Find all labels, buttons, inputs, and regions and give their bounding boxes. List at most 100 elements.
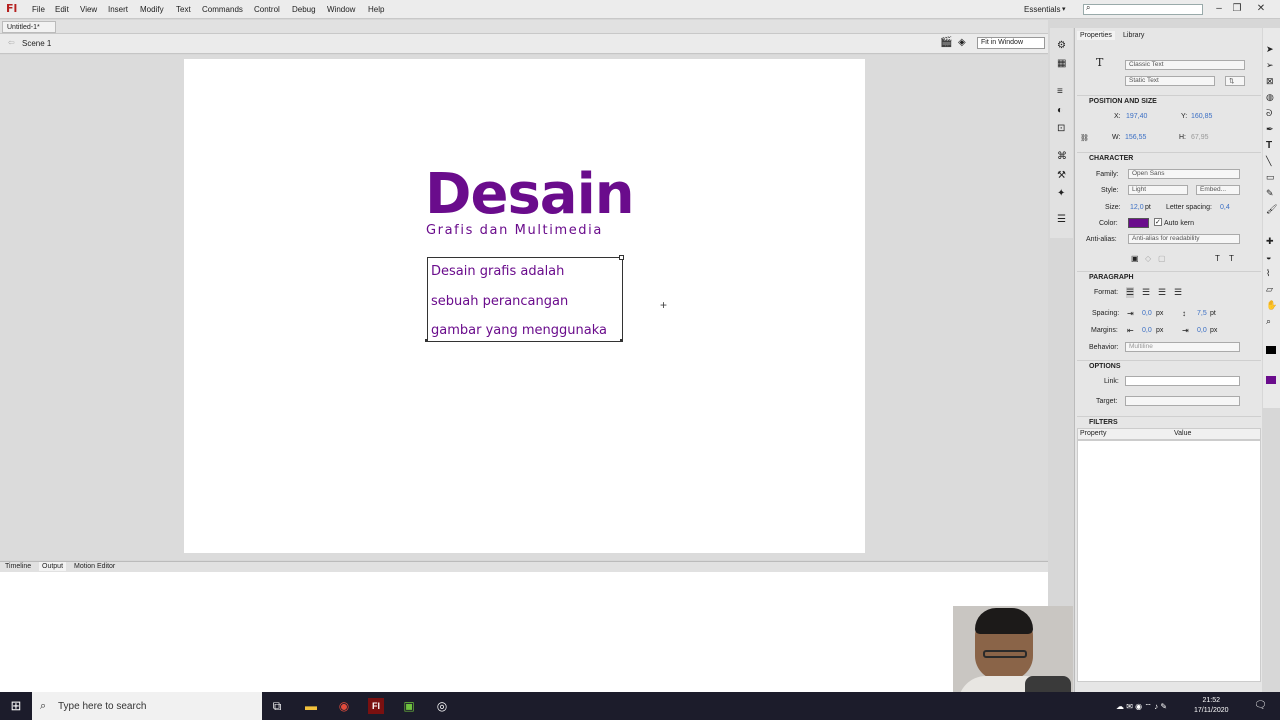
menu-help[interactable]: Help — [368, 5, 384, 14]
justify-icon[interactable]: ☰ — [1174, 287, 1182, 298]
border-icon[interactable]: ▢ — [1158, 254, 1166, 263]
lasso-tool-icon[interactable]: ᘐ — [1266, 108, 1272, 119]
subselection-tool-icon[interactable]: ➢ — [1266, 60, 1274, 71]
superscript-icon[interactable]: T — [1215, 254, 1220, 263]
size-value[interactable]: 12,0 — [1130, 204, 1144, 211]
corner-handle[interactable] — [425, 339, 428, 342]
menu-text[interactable]: Text — [176, 5, 191, 14]
back-arrow-icon[interactable]: ⇦ — [8, 38, 15, 47]
clock[interactable]: 21:52 17/11/2020 — [1194, 696, 1229, 716]
color-icon[interactable]: ◐ — [1057, 105, 1063, 116]
tab-properties[interactable]: Properties — [1077, 31, 1115, 40]
eraser-tool-icon[interactable]: ▱ — [1266, 284, 1273, 295]
tab-timeline[interactable]: Timeline — [2, 562, 34, 571]
align-center-icon[interactable]: ☰ — [1142, 287, 1150, 298]
section-paragraph[interactable]: PARAGRAPH — [1077, 271, 1261, 282]
components-icon[interactable]: ⚒ — [1057, 170, 1066, 181]
zoom-select[interactable]: Fit in Window — [977, 37, 1045, 49]
corner-handle[interactable] — [620, 339, 623, 342]
menu-insert[interactable]: Insert — [108, 5, 128, 14]
w-value[interactable]: 156,55 — [1125, 134, 1146, 141]
stage-title-text[interactable]: Desain — [425, 162, 635, 227]
align-icon[interactable]: ≡ — [1057, 86, 1063, 97]
document-tab[interactable]: Untitled-1* — [2, 21, 56, 33]
windows-start-icon[interactable]: ⊞ — [0, 692, 32, 720]
y-value[interactable]: 160,85 — [1191, 113, 1212, 120]
edit-symbols-icon[interactable]: ◈ — [958, 37, 966, 48]
history-icon[interactable]: ☰ — [1057, 214, 1066, 225]
section-position-size[interactable]: POSITION AND SIZE — [1077, 95, 1261, 106]
menu-modify[interactable]: Modify — [140, 5, 164, 14]
tab-output[interactable]: Output — [39, 562, 67, 571]
free-transform-tool-icon[interactable]: ⊠ — [1266, 76, 1274, 87]
obs-icon[interactable]: ◎ — [434, 698, 450, 714]
text-field-editing[interactable]: Desain grafis adalah sebuah perancangan … — [427, 257, 623, 342]
scene-label[interactable]: Scene 1 — [22, 39, 51, 48]
output-panel[interactable] — [0, 572, 1048, 692]
flash-app-icon[interactable]: Fl — [368, 698, 384, 714]
text-color-swatch[interactable] — [1128, 218, 1149, 228]
zoom-tool-icon[interactable]: ⌕ — [1266, 316, 1271, 327]
text-type-select[interactable]: Static Text — [1125, 76, 1215, 86]
selection-tool-icon[interactable]: ➤ — [1266, 44, 1274, 55]
font-family-select[interactable]: Open Sans — [1128, 169, 1240, 179]
paint-bucket-tool-icon[interactable]: ◒ — [1266, 252, 1271, 262]
link-icon[interactable]: ⛓ — [1080, 134, 1089, 142]
properties-icon[interactable]: ⚙ — [1057, 40, 1066, 51]
3d-rotation-tool-icon[interactable]: ◍ — [1266, 92, 1274, 103]
pencil-tool-icon[interactable]: ✎ — [1266, 188, 1274, 199]
menu-edit[interactable]: Edit — [55, 5, 69, 14]
stroke-color-swatch[interactable] — [1266, 346, 1276, 354]
filters-list[interactable] — [1077, 440, 1261, 682]
library-icon[interactable]: ▦ — [1057, 58, 1066, 69]
line-tool-icon[interactable]: ╲ — [1266, 156, 1271, 167]
transform-icon[interactable]: ⊡ — [1057, 123, 1065, 134]
embed-button[interactable]: Embed... — [1196, 185, 1240, 195]
close-icon[interactable]: ✕ — [1253, 2, 1269, 16]
letter-spacing-value[interactable]: 0,4 — [1220, 204, 1230, 211]
render-html-icon[interactable]: ◇ — [1145, 254, 1151, 263]
motion-presets-icon[interactable]: ✦ — [1057, 188, 1065, 199]
menu-control[interactable]: Control — [254, 5, 280, 14]
stage-subtitle-text[interactable]: Grafis dan Multimedia — [426, 223, 603, 238]
selectable-icon[interactable]: ▣ — [1131, 254, 1139, 263]
section-character[interactable]: CHARACTER — [1077, 152, 1261, 163]
notifications-icon[interactable]: 🗨 — [1254, 700, 1267, 711]
section-filters[interactable]: FILTERS — [1077, 416, 1261, 427]
menu-view[interactable]: View — [80, 5, 97, 14]
align-right-icon[interactable]: ☰ — [1158, 287, 1166, 298]
behavior-select[interactable]: Multiline — [1125, 342, 1240, 352]
right-margin-value[interactable]: 0,0 — [1197, 327, 1207, 334]
rectangle-tool-icon[interactable]: ▭ — [1266, 172, 1275, 183]
edit-scene-icon[interactable]: 🎬 — [940, 37, 952, 48]
section-options[interactable]: OPTIONS — [1077, 360, 1261, 371]
resize-handle[interactable] — [619, 255, 624, 260]
link-input[interactable] — [1125, 376, 1240, 386]
x-value[interactable]: 197,40 — [1126, 113, 1147, 120]
tab-motion-editor[interactable]: Motion Editor — [71, 562, 118, 571]
left-margin-value[interactable]: 0,0 — [1142, 327, 1152, 334]
auto-kern-checkbox[interactable]: ✓ — [1154, 218, 1162, 226]
text-tool-icon[interactable]: T — [1266, 140, 1272, 151]
fill-color-swatch[interactable] — [1266, 376, 1276, 384]
task-view-icon[interactable]: ⧉ — [269, 698, 285, 714]
subscript-icon[interactable]: T — [1229, 254, 1234, 263]
file-explorer-icon[interactable]: ▬ — [303, 698, 319, 714]
eyedropper-tool-icon[interactable]: ⌇ — [1266, 268, 1270, 279]
help-search-input[interactable] — [1083, 4, 1203, 15]
hand-tool-icon[interactable]: ✋ — [1266, 300, 1277, 311]
tab-library[interactable]: Library — [1120, 31, 1147, 40]
orientation-select[interactable]: ⇅ — [1225, 76, 1245, 86]
chrome-icon[interactable]: ◉ — [336, 698, 352, 714]
android-studio-icon[interactable]: ▣ — [401, 698, 417, 714]
indent-value[interactable]: 0,0 — [1142, 310, 1152, 317]
bone-tool-icon[interactable]: ✚ — [1266, 236, 1274, 247]
anti-alias-select[interactable]: Anti-alias for readability — [1128, 234, 1240, 244]
brush-tool-icon[interactable]: 🖌 — [1266, 204, 1277, 215]
font-style-select[interactable]: Light — [1128, 185, 1188, 195]
align-left-icon[interactable]: ☰ — [1126, 287, 1135, 298]
menu-window[interactable]: Window — [327, 5, 355, 14]
minimize-icon[interactable]: – — [1211, 2, 1227, 16]
pen-tool-icon[interactable]: ✒ — [1266, 124, 1274, 135]
system-tray-icons[interactable]: ☁ ✉ ◉ ⌔ ♪ ✎ — [1116, 702, 1167, 712]
